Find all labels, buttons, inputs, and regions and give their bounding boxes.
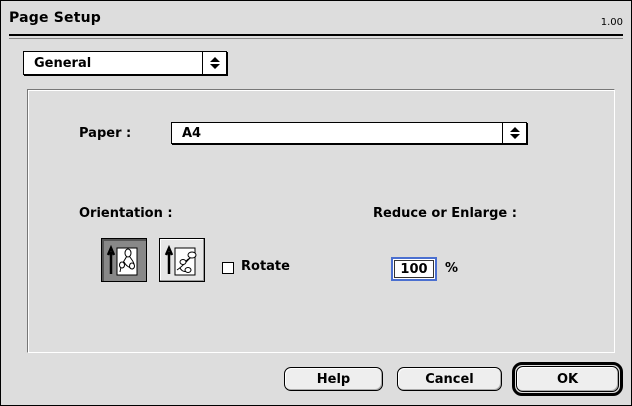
portrait-orientation-button[interactable]: [101, 238, 147, 282]
title-divider: [9, 34, 623, 36]
percent-unit-label: %: [445, 261, 459, 276]
landscape-orientation-icon: [164, 244, 197, 276]
panel-selector-popup[interactable]: General: [23, 51, 227, 75]
rotate-checkbox[interactable]: [222, 262, 234, 274]
version-label: 1.00: [600, 17, 623, 28]
rotate-label[interactable]: Rotate: [241, 259, 290, 274]
scale-percent-value[interactable]: 100: [394, 260, 434, 278]
cancel-button[interactable]: Cancel: [397, 367, 502, 391]
ok-button[interactable]: OK: [516, 366, 619, 392]
panel-selector-value: General: [34, 55, 92, 71]
paper-size-popup[interactable]: A4: [171, 122, 527, 144]
scale-percent-input[interactable]: 100: [391, 257, 437, 281]
title-divider-shadow: [9, 38, 623, 39]
paper-label: Paper :: [79, 126, 132, 141]
help-button[interactable]: Help: [284, 367, 383, 391]
landscape-orientation-button[interactable]: [159, 238, 205, 282]
up-down-arrows-icon: [202, 52, 226, 74]
paper-size-value: A4: [182, 125, 202, 141]
window-title: Page Setup: [9, 10, 101, 26]
page-setup-window: Page Setup 1.00 General Paper : A4 Orien…: [0, 0, 632, 406]
orientation-label: Orientation :: [79, 206, 173, 221]
reduce-enlarge-label: Reduce or Enlarge :: [373, 206, 517, 221]
portrait-orientation-icon: [106, 244, 138, 276]
up-down-arrows-icon: [502, 123, 526, 143]
